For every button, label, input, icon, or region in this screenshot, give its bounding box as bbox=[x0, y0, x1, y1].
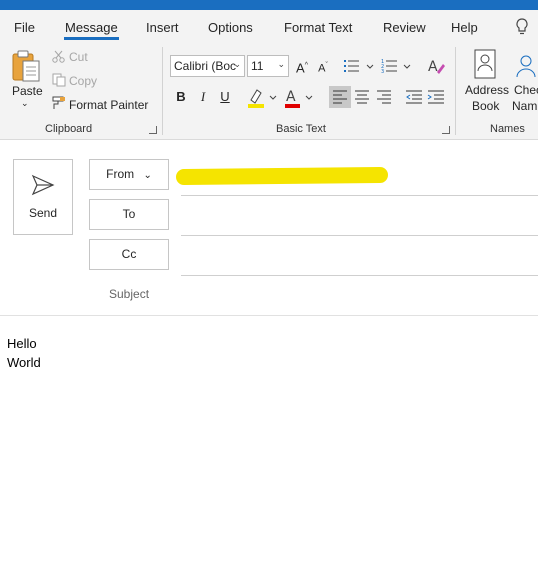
compose-header: Send From ⌄ To Cc Subject bbox=[0, 140, 538, 316]
names-group-label: Names bbox=[490, 123, 525, 135]
svg-text:A: A bbox=[286, 89, 296, 105]
message-body[interactable]: Hello World bbox=[7, 334, 41, 372]
bold-button[interactable]: B bbox=[171, 87, 191, 107]
group-separator bbox=[455, 47, 456, 135]
format-painter-icon bbox=[52, 96, 65, 109]
cut-button[interactable]: Cut bbox=[69, 50, 88, 64]
copy-icon bbox=[52, 73, 66, 87]
cc-field-input[interactable] bbox=[181, 275, 538, 276]
title-bar bbox=[0, 0, 538, 10]
cc-button[interactable]: Cc bbox=[89, 239, 169, 270]
basic-text-group-label: Basic Text bbox=[276, 123, 326, 135]
from-field-line bbox=[181, 195, 538, 196]
grow-font-icon[interactable]: A^ bbox=[292, 56, 312, 76]
clipboard-launcher-icon[interactable] bbox=[149, 126, 157, 134]
send-icon bbox=[31, 174, 55, 196]
numbering-icon[interactable]: 1 2 3 bbox=[380, 57, 414, 75]
lightbulb-icon[interactable] bbox=[515, 18, 529, 36]
basic-text-launcher-icon[interactable] bbox=[442, 126, 450, 134]
check-names-label-2[interactable]: Nam bbox=[512, 99, 537, 113]
align-left-icon[interactable] bbox=[329, 86, 351, 108]
from-button[interactable]: From ⌄ bbox=[89, 159, 169, 190]
chevron-down-icon: ⌄ bbox=[233, 59, 241, 69]
bullets-icon[interactable] bbox=[342, 57, 376, 75]
increase-indent-icon[interactable] bbox=[425, 86, 447, 108]
body-line: World bbox=[7, 355, 41, 370]
tab-message[interactable]: Message bbox=[65, 20, 118, 35]
paste-icon[interactable] bbox=[11, 49, 41, 83]
tab-insert[interactable]: Insert bbox=[146, 20, 179, 35]
align-center-icon[interactable] bbox=[351, 86, 373, 108]
group-separator bbox=[162, 47, 163, 135]
subject-label: Subject bbox=[109, 287, 150, 301]
tab-help[interactable]: Help bbox=[451, 20, 478, 35]
svg-text:3: 3 bbox=[381, 69, 384, 75]
cc-label: Cc bbox=[121, 247, 137, 261]
check-names-icon[interactable] bbox=[513, 53, 538, 81]
body-line: Hello bbox=[7, 336, 37, 351]
chevron-down-icon: ⌄ bbox=[143, 170, 152, 181]
send-label: Send bbox=[28, 206, 58, 220]
copy-button[interactable]: Copy bbox=[69, 74, 97, 88]
active-tab-underline bbox=[64, 37, 119, 40]
ribbon: Paste ⌄ Cut Copy Format Painter Clipboar… bbox=[0, 43, 538, 140]
font-color-icon[interactable]: A bbox=[283, 87, 317, 109]
from-label: From bbox=[106, 167, 135, 181]
address-book-label-1[interactable]: Address bbox=[465, 83, 509, 97]
tab-format-text[interactable]: Format Text bbox=[284, 20, 352, 35]
font-name-combo[interactable]: Calibri (Boc ⌄ bbox=[170, 55, 245, 77]
svg-text:A: A bbox=[428, 59, 438, 75]
font-size-value: 11 bbox=[251, 59, 264, 73]
underline-button[interactable]: U bbox=[215, 87, 235, 107]
to-label: To bbox=[122, 207, 136, 221]
check-names-label-1[interactable]: Chec bbox=[514, 83, 538, 97]
redacted-sender-scribble bbox=[175, 166, 389, 186]
tab-options[interactable]: Options bbox=[208, 20, 253, 35]
chevron-down-icon: ⌄ bbox=[277, 59, 285, 69]
address-book-icon[interactable] bbox=[473, 49, 497, 79]
send-button[interactable]: Send bbox=[13, 159, 73, 235]
tab-review[interactable]: Review bbox=[383, 20, 426, 35]
shrink-font-icon[interactable]: Aˇ bbox=[313, 56, 333, 76]
clipboard-group-label: Clipboard bbox=[45, 123, 93, 135]
align-right-icon[interactable] bbox=[373, 86, 395, 108]
scissors-icon bbox=[52, 50, 65, 63]
tab-file[interactable]: File bbox=[14, 20, 35, 35]
clear-formatting-icon[interactable]: A bbox=[426, 56, 446, 76]
font-size-combo[interactable]: 11 ⌄ bbox=[247, 55, 289, 77]
address-book-label-2[interactable]: Book bbox=[472, 99, 499, 113]
italic-button[interactable]: I bbox=[193, 87, 213, 107]
to-button[interactable]: To bbox=[89, 199, 169, 230]
to-field-input[interactable] bbox=[181, 235, 538, 236]
format-painter-button[interactable]: Format Painter bbox=[69, 98, 148, 112]
font-name-value: Calibri (Boc bbox=[174, 59, 237, 73]
paste-dropdown-icon[interactable]: ⌄ bbox=[21, 98, 29, 109]
decrease-indent-icon[interactable] bbox=[403, 86, 425, 108]
highlight-icon[interactable] bbox=[246, 87, 280, 109]
paste-button[interactable]: Paste bbox=[12, 84, 43, 98]
